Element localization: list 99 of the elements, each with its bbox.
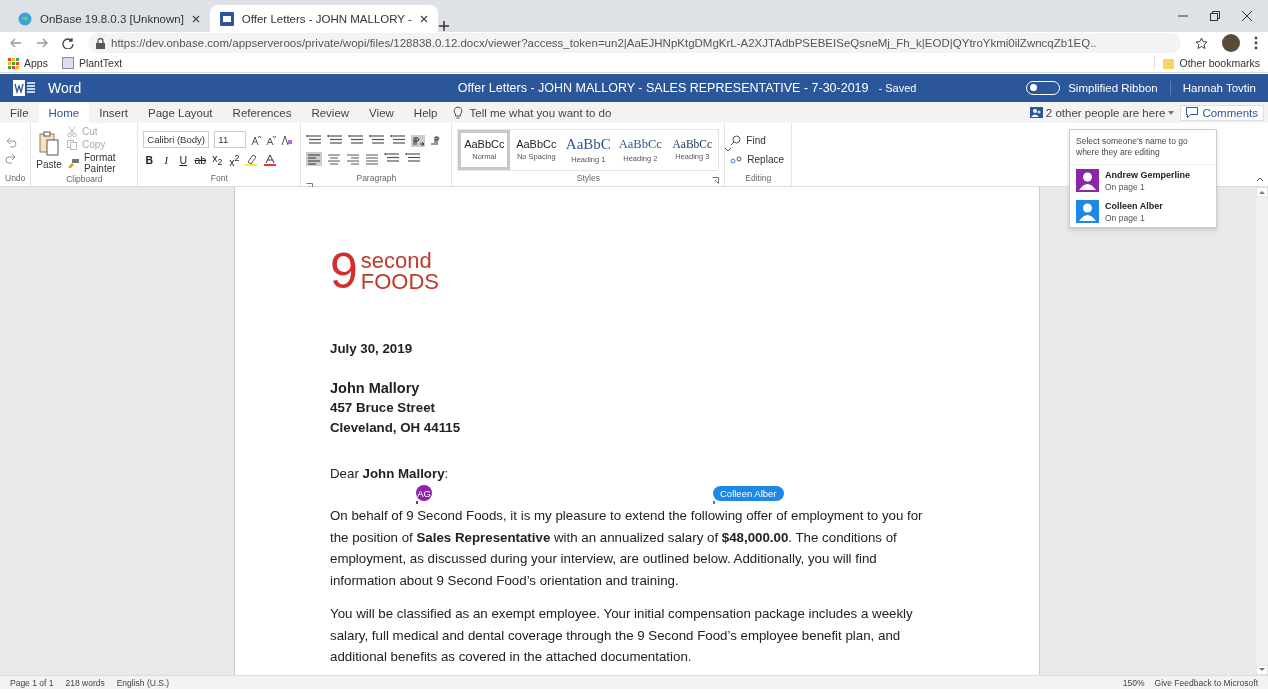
comments-button[interactable]: Comments <box>1180 104 1264 121</box>
apps-grid-icon <box>8 57 19 69</box>
search-icon <box>730 134 742 146</box>
status-text: Page 1 of 1 <box>10 677 54 688</box>
browser-tab[interactable]: Offer Letters - JOHN MALLORY - <box>209 5 438 32</box>
scissors-icon <box>66 126 77 137</box>
group-label: Editing <box>744 173 773 185</box>
more-menu-icon[interactable] <box>1254 36 1258 50</box>
left-to-right-icon[interactable] <box>411 134 426 147</box>
ribbon-tab[interactable]: Page Layout <box>138 102 223 123</box>
letter-date: July 30, 2019 <box>330 341 414 356</box>
ribbon-tab[interactable]: References <box>222 102 302 123</box>
collaborator-cursor-flag[interactable]: Colleen Alber <box>713 486 784 504</box>
presence-button[interactable]: 2 other people are here <box>1029 106 1175 119</box>
replace-icon <box>730 153 743 165</box>
user-name[interactable]: Hannah Tovtin <box>1182 82 1268 94</box>
align-left-icon[interactable] <box>306 151 323 166</box>
folder-icon <box>1163 57 1175 69</box>
reload-icon[interactable] <box>62 37 74 49</box>
font-size-dropdown[interactable]: 11 <box>214 131 247 149</box>
bookmark-link[interactable]: Apps <box>8 57 48 69</box>
paste-button[interactable]: Paste <box>36 126 62 174</box>
caret-icon <box>1168 110 1175 115</box>
collaborator-item[interactable]: Andrew Gemperline On page 1 <box>1070 165 1216 196</box>
speech-bubble-icon <box>1186 107 1199 118</box>
recipient-address-line: 457 Bruce Street <box>330 399 436 417</box>
feedback-link[interactable]: Give Feedback to Microsoft <box>1154 677 1258 688</box>
format-toggle[interactable]: I <box>160 154 173 166</box>
collaborator-cursor-flag[interactable]: AG <box>416 485 432 504</box>
restore-icon[interactable] <box>1210 11 1220 21</box>
more-styles-icon[interactable] <box>724 146 733 153</box>
browser-tab[interactable]: OnBase 19.8.0.3 [Unknown] <box>8 5 210 32</box>
group-label: Undo <box>5 173 26 185</box>
globe-icon <box>18 11 32 26</box>
shrink-font-icon[interactable] <box>266 134 277 145</box>
zoom-level[interactable]: 150% <box>1122 677 1145 688</box>
ribbon-tab[interactable]: File <box>0 102 39 123</box>
font-family-dropdown[interactable]: Calibri (Body) <box>143 131 210 149</box>
close-icon[interactable] <box>419 14 428 23</box>
close-icon[interactable] <box>1242 11 1252 21</box>
collaborator-item[interactable]: Colleen Alber On page 1 <box>1070 196 1216 227</box>
document-title: Offer Letters - JOHN MALLORY - SALES REPRESENTATIVE - 7-30-2019 <box>457 81 869 95</box>
profile-avatar[interactable] <box>1222 34 1240 52</box>
status-text: 218 words <box>65 677 105 688</box>
new-tab-icon[interactable] <box>437 20 450 32</box>
highlighter-icon[interactable] <box>245 154 260 166</box>
group-label: Font <box>209 173 229 185</box>
format-toggle[interactable]: x$_{2}$ <box>211 152 224 168</box>
clear-format-icon[interactable] <box>281 134 293 145</box>
toggle-label: Simplified Ribbon <box>1068 82 1158 94</box>
letter-salutation: Dear John Mallory: <box>330 466 449 481</box>
letter-paragraph: On behalf of 9 Second Foods, it is my pleasure to extend the following offer of employment to you for the position of Sales Representative with an annualized salary of $48,000.00. The conditions of employment, as discussed during your interview, are outlined below. Additionally, you will find information about 9 Second Food’s orientation and training. <box>330 507 924 590</box>
document-logo-icon[interactable] <box>13 79 35 97</box>
format-toggle[interactable]: B <box>143 154 156 166</box>
replace-button[interactable]: Replace <box>730 153 785 165</box>
lightbulb-icon[interactable] <box>453 106 464 119</box>
group-label: Styles <box>457 173 720 186</box>
recipient-address-line: John Mallory <box>330 379 421 398</box>
forward-arrow-icon[interactable] <box>36 37 48 49</box>
close-icon[interactable] <box>191 14 200 23</box>
redo-icon[interactable] <box>5 151 17 164</box>
letter-paragraph: You will be classified as an exempt employee. Your initial compensation package includes a weekly salary, full medical and dental coverage through the 9 Second Food’s employee benefit plan, and additional benefits as covered in the attached documentation. <box>330 605 914 666</box>
dialog-launcher-icon[interactable] <box>712 177 720 184</box>
star-icon[interactable] <box>1195 36 1208 50</box>
grow-font-icon[interactable] <box>251 134 262 145</box>
format-toggle[interactable]: ab <box>194 154 207 166</box>
ribbon-tab[interactable]: Help <box>403 102 448 123</box>
scroll-up-icon[interactable] <box>1256 187 1268 197</box>
url-text: https://dev.onbase.com/appserveroos/private/wopi/files/128838.0.12.docx/viewer?access_token=un2|AaEJHNpKtgDMgKrL-A2XJTAdbPSEBEISeQsneMj_Fh_k|EOD|QYtroYkmi0ilZwncqZb1EQ.. <box>111 37 1097 49</box>
status-text: English (U.S.) <box>116 677 170 688</box>
clipboard-icon <box>39 130 60 157</box>
format-painter-button[interactable]: Format Painter <box>66 152 133 174</box>
people-icon <box>1029 107 1043 118</box>
save-status: - Saved <box>878 82 917 94</box>
ribbon-tab[interactable]: Insert <box>89 102 138 123</box>
tell-me-field[interactable]: Tell me what you want to do <box>469 106 612 119</box>
recipient-address-line: Cleveland, OH 44115 <box>330 419 462 437</box>
ribbon-tab[interactable]: Review <box>301 102 360 123</box>
find-button[interactable]: Find <box>730 134 785 146</box>
group-label: Clipboard <box>65 174 104 186</box>
address-bar[interactable]: https://dev.onbase.com/appserveroos/private/wopi/files/128838.0.12.docx/viewer?access_token=un2|AaEJHNpKtgDMgKrL-A2XJTAdbPSEBEISeQsneMj_Fh_k|EOD|QYtroYkmi0ilZwncqZb1EQ.. <box>88 33 1181 53</box>
word-icon <box>219 11 234 26</box>
paintbrush-icon <box>66 158 79 168</box>
bookmark-link[interactable]: PlantText <box>61 57 123 69</box>
lock-icon <box>96 37 105 49</box>
format-toggle[interactable]: U <box>177 154 190 166</box>
scroll-down-icon[interactable] <box>1256 665 1268 675</box>
other-bookmarks-link[interactable]: Other bookmarks <box>1154 57 1260 69</box>
undo-icon[interactable] <box>5 135 17 148</box>
page-icon <box>61 57 74 69</box>
back-arrow-icon[interactable] <box>10 37 22 49</box>
collapse-ribbon-icon[interactable] <box>1256 177 1264 182</box>
format-toggle[interactable]: x$^{2}$ <box>228 152 241 168</box>
font-color-icon[interactable] <box>264 154 277 166</box>
app-name: Word <box>48 80 83 96</box>
popup-hint: Select someone's name to go where they are editing <box>1070 130 1216 165</box>
copy-icon <box>66 139 77 150</box>
ribbon-tab[interactable]: View <box>359 102 404 123</box>
ribbon-tab[interactable]: Home <box>38 102 90 123</box>
